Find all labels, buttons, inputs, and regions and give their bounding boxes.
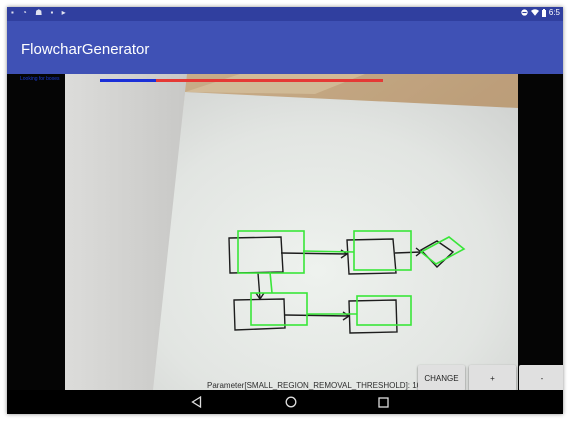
back-icon bbox=[190, 396, 201, 408]
back-button[interactable] bbox=[186, 393, 206, 411]
device-screen: ▪ ◔ ☗ ▪ ▸ 6:5 FlowcharGenerator Looking … bbox=[7, 7, 563, 414]
app-bar: FlowcharGenerator bbox=[7, 21, 563, 74]
status-indicators: 6:5 bbox=[521, 8, 560, 17]
change-button[interactable]: CHANGE bbox=[418, 365, 465, 390]
increase-button[interactable]: + bbox=[469, 365, 516, 390]
app-title: FlowcharGenerator bbox=[21, 41, 150, 58]
recents-button[interactable] bbox=[373, 393, 393, 411]
wifi-icon bbox=[530, 9, 539, 16]
debug-status-text: Looking for boxes bbox=[20, 76, 60, 82]
decrease-button[interactable]: - bbox=[519, 365, 563, 390]
notification-icons: ▪ ◔ ☗ ▪ ▸ bbox=[11, 8, 69, 17]
home-icon bbox=[285, 396, 297, 408]
battery-icon bbox=[541, 8, 546, 17]
progress-bar-blue bbox=[100, 79, 156, 82]
camera-preview: Looking for boxes Parameter[SMALL_REGION… bbox=[7, 74, 563, 390]
camera-image bbox=[65, 74, 518, 390]
parameter-label: Parameter[SMALL_REGION_REMOVAL_THRESHOLD… bbox=[207, 381, 426, 390]
navigation-bar bbox=[7, 390, 563, 414]
recents-icon bbox=[377, 396, 389, 408]
minus-circle-icon bbox=[521, 9, 528, 16]
clock: 6:5 bbox=[548, 8, 560, 17]
progress-bar-red bbox=[156, 79, 383, 82]
status-bar: ▪ ◔ ☗ ▪ ▸ 6:5 bbox=[7, 7, 563, 21]
home-button[interactable] bbox=[281, 393, 301, 411]
